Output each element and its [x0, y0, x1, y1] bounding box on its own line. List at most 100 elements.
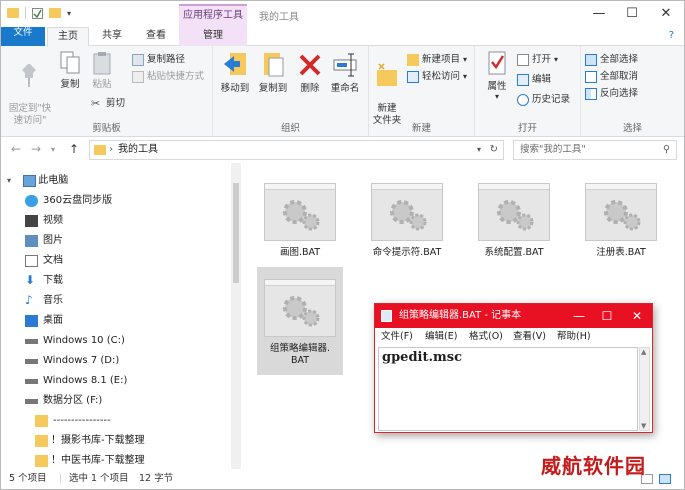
- scroll-down-icon[interactable]: ▼: [641, 422, 646, 430]
- nav-scrollbar-thumb[interactable]: [233, 183, 239, 283]
- select-all-button[interactable]: 全部选择: [585, 52, 638, 68]
- nav-scrollbar[interactable]: [231, 163, 241, 469]
- file-item-selected[interactable]: 组策略编辑器. BAT: [257, 267, 343, 375]
- history-button[interactable]: 历史记录: [517, 92, 570, 108]
- select-none-icon: [585, 70, 597, 83]
- notepad-text-area[interactable]: gpedit.msc: [378, 347, 638, 431]
- copy-to-button[interactable]: 复制到: [255, 50, 291, 95]
- nav-item-drive-e[interactable]: Windows 8.1 (E:): [25, 371, 127, 391]
- drive-icon: [25, 379, 38, 384]
- folder-icon[interactable]: [7, 8, 19, 18]
- help-icon[interactable]: ?: [669, 27, 674, 45]
- status-item-count: 5 个项目: [9, 473, 47, 484]
- recent-dropdown-icon[interactable]: ▾: [51, 145, 55, 154]
- back-arrow-icon[interactable]: ←: [11, 142, 21, 156]
- nav-item-pictures[interactable]: 图片: [25, 231, 63, 251]
- cloud-icon: [25, 195, 38, 207]
- edit-button[interactable]: 编辑: [517, 72, 551, 88]
- menu-file[interactable]: 文件(F): [381, 328, 413, 346]
- nav-item-this-pc[interactable]: ▾ 此电脑: [7, 171, 68, 191]
- address-box[interactable]: › 我的工具 ▾ ↻: [89, 140, 504, 160]
- open-label: 打开: [532, 54, 552, 65]
- search-placeholder: 搜索"我的工具": [520, 144, 586, 155]
- move-to-icon: [224, 53, 246, 75]
- up-arrow-icon[interactable]: ↑: [69, 142, 79, 156]
- nav-item-drive-d[interactable]: Windows 7 (D:): [25, 351, 119, 371]
- file-item[interactable]: 注册表.BAT: [578, 183, 664, 259]
- paste-shortcut-icon: [132, 70, 144, 83]
- maximize-button[interactable]: ☐: [615, 1, 649, 27]
- search-icon[interactable]: ⚲: [663, 141, 670, 159]
- menu-format[interactable]: 格式(O): [469, 328, 503, 346]
- file-item[interactable]: 系统配置.BAT: [471, 183, 557, 259]
- copy-path-button[interactable]: 复制路径: [132, 52, 185, 68]
- delete-x-icon: [299, 54, 321, 76]
- refresh-icon[interactable]: ↻: [490, 141, 498, 159]
- tab-view[interactable]: 查看: [135, 27, 177, 46]
- nav-item-downloads[interactable]: ⬇ 下载: [25, 271, 63, 291]
- notepad-minimize-button[interactable]: —: [565, 304, 593, 328]
- pin-quick-access-button[interactable]: 固定到"快 速访问": [5, 50, 55, 127]
- new-folder-button[interactable]: 新建 文件夹: [371, 50, 403, 127]
- search-input[interactable]: 搜索"我的工具" ⚲: [513, 140, 677, 160]
- nav-item-desktop[interactable]: 桌面: [25, 311, 63, 331]
- file-item[interactable]: 命令提示符.BAT: [364, 183, 450, 259]
- nav-item-label: 音乐: [43, 295, 63, 306]
- minimize-button[interactable]: —: [582, 1, 616, 27]
- menu-edit[interactable]: 编辑(E): [425, 328, 457, 346]
- address-dropdown-icon[interactable]: ▾: [477, 141, 481, 159]
- gear-file-icon: [264, 279, 336, 337]
- notepad-scrollbar[interactable]: ▲ ▼: [639, 347, 650, 431]
- nav-item-documents[interactable]: 文档: [25, 251, 63, 271]
- scissors-icon: ✂: [91, 96, 101, 110]
- notepad-maximize-button[interactable]: ☐: [593, 304, 621, 328]
- tab-share[interactable]: 共享: [91, 27, 133, 46]
- customize-dropdown-icon[interactable]: ▾: [67, 9, 71, 18]
- paste-button[interactable]: 粘贴: [89, 50, 115, 91]
- paste-shortcut-button[interactable]: 粘贴快捷方式: [132, 69, 204, 85]
- file-item[interactable]: 画图.BAT: [257, 183, 343, 259]
- select-none-button[interactable]: 全部取消: [585, 69, 638, 85]
- new-folder-icon[interactable]: [49, 8, 61, 18]
- scroll-up-icon[interactable]: ▲: [641, 348, 646, 356]
- nav-item-label: 图片: [43, 235, 63, 246]
- nav-item-folder-dashes[interactable]: ----------------: [35, 411, 111, 431]
- move-to-button[interactable]: 移动到: [217, 50, 253, 95]
- close-button[interactable]: ✕: [649, 1, 683, 27]
- nav-item-music[interactable]: ♪ 音乐: [25, 291, 63, 311]
- notepad-close-button[interactable]: ✕: [623, 304, 651, 328]
- nav-item-360-cloud[interactable]: 360云盘同步版: [25, 191, 112, 211]
- breadcrumb[interactable]: 我的工具: [118, 144, 158, 155]
- tab-home[interactable]: 主页: [47, 27, 89, 46]
- properties-button[interactable]: 属性 ▾: [483, 50, 511, 101]
- breadcrumb-chevron-icon: ›: [109, 144, 113, 155]
- large-icons-view-icon[interactable]: [659, 474, 671, 484]
- rename-button[interactable]: 重命名: [327, 50, 363, 95]
- cut-button[interactable]: ✂ 剪切: [91, 96, 125, 112]
- title-bar: ▾ 应用程序工具 我的工具 — ☐ ✕: [1, 1, 684, 27]
- nav-item-tcm-library[interactable]: ！中医书库-下载整理: [35, 451, 145, 469]
- menu-help[interactable]: 帮助(H): [557, 328, 591, 346]
- tab-file[interactable]: 文件: [1, 27, 45, 46]
- nav-item-photo-library[interactable]: ！摄影书库-下载整理: [35, 431, 145, 451]
- new-group-label: 新建: [411, 123, 431, 134]
- properties-check-icon[interactable]: [32, 7, 43, 19]
- new-item-button[interactable]: 新建项目 ▾: [407, 52, 467, 68]
- delete-button[interactable]: 删除: [295, 50, 325, 95]
- menu-view[interactable]: 查看(V): [513, 328, 546, 346]
- forward-arrow-icon[interactable]: →: [31, 142, 41, 156]
- history-label: 历史记录: [532, 94, 571, 105]
- tab-manage[interactable]: 管理: [179, 27, 247, 46]
- nav-item-label: ----------------: [53, 415, 111, 426]
- easy-access-button[interactable]: 轻松访问 ▾: [407, 69, 467, 85]
- copy-button[interactable]: 复制: [57, 50, 83, 91]
- nav-item-videos[interactable]: 视频: [25, 211, 63, 231]
- quick-access-toolbar: ▾: [7, 7, 71, 19]
- notepad-menu-bar: 文件(F) 编辑(E) 格式(O) 查看(V) 帮助(H): [375, 328, 652, 346]
- nav-item-drive-f[interactable]: 数据分区 (F:): [25, 391, 102, 411]
- nav-item-drive-c[interactable]: Windows 10 (C:): [25, 331, 125, 351]
- invert-selection-button[interactable]: 反向选择: [585, 86, 638, 102]
- edit-icon: [517, 73, 529, 86]
- easy-access-label: 轻松访问: [422, 71, 461, 82]
- open-button[interactable]: 打开 ▾: [517, 52, 558, 68]
